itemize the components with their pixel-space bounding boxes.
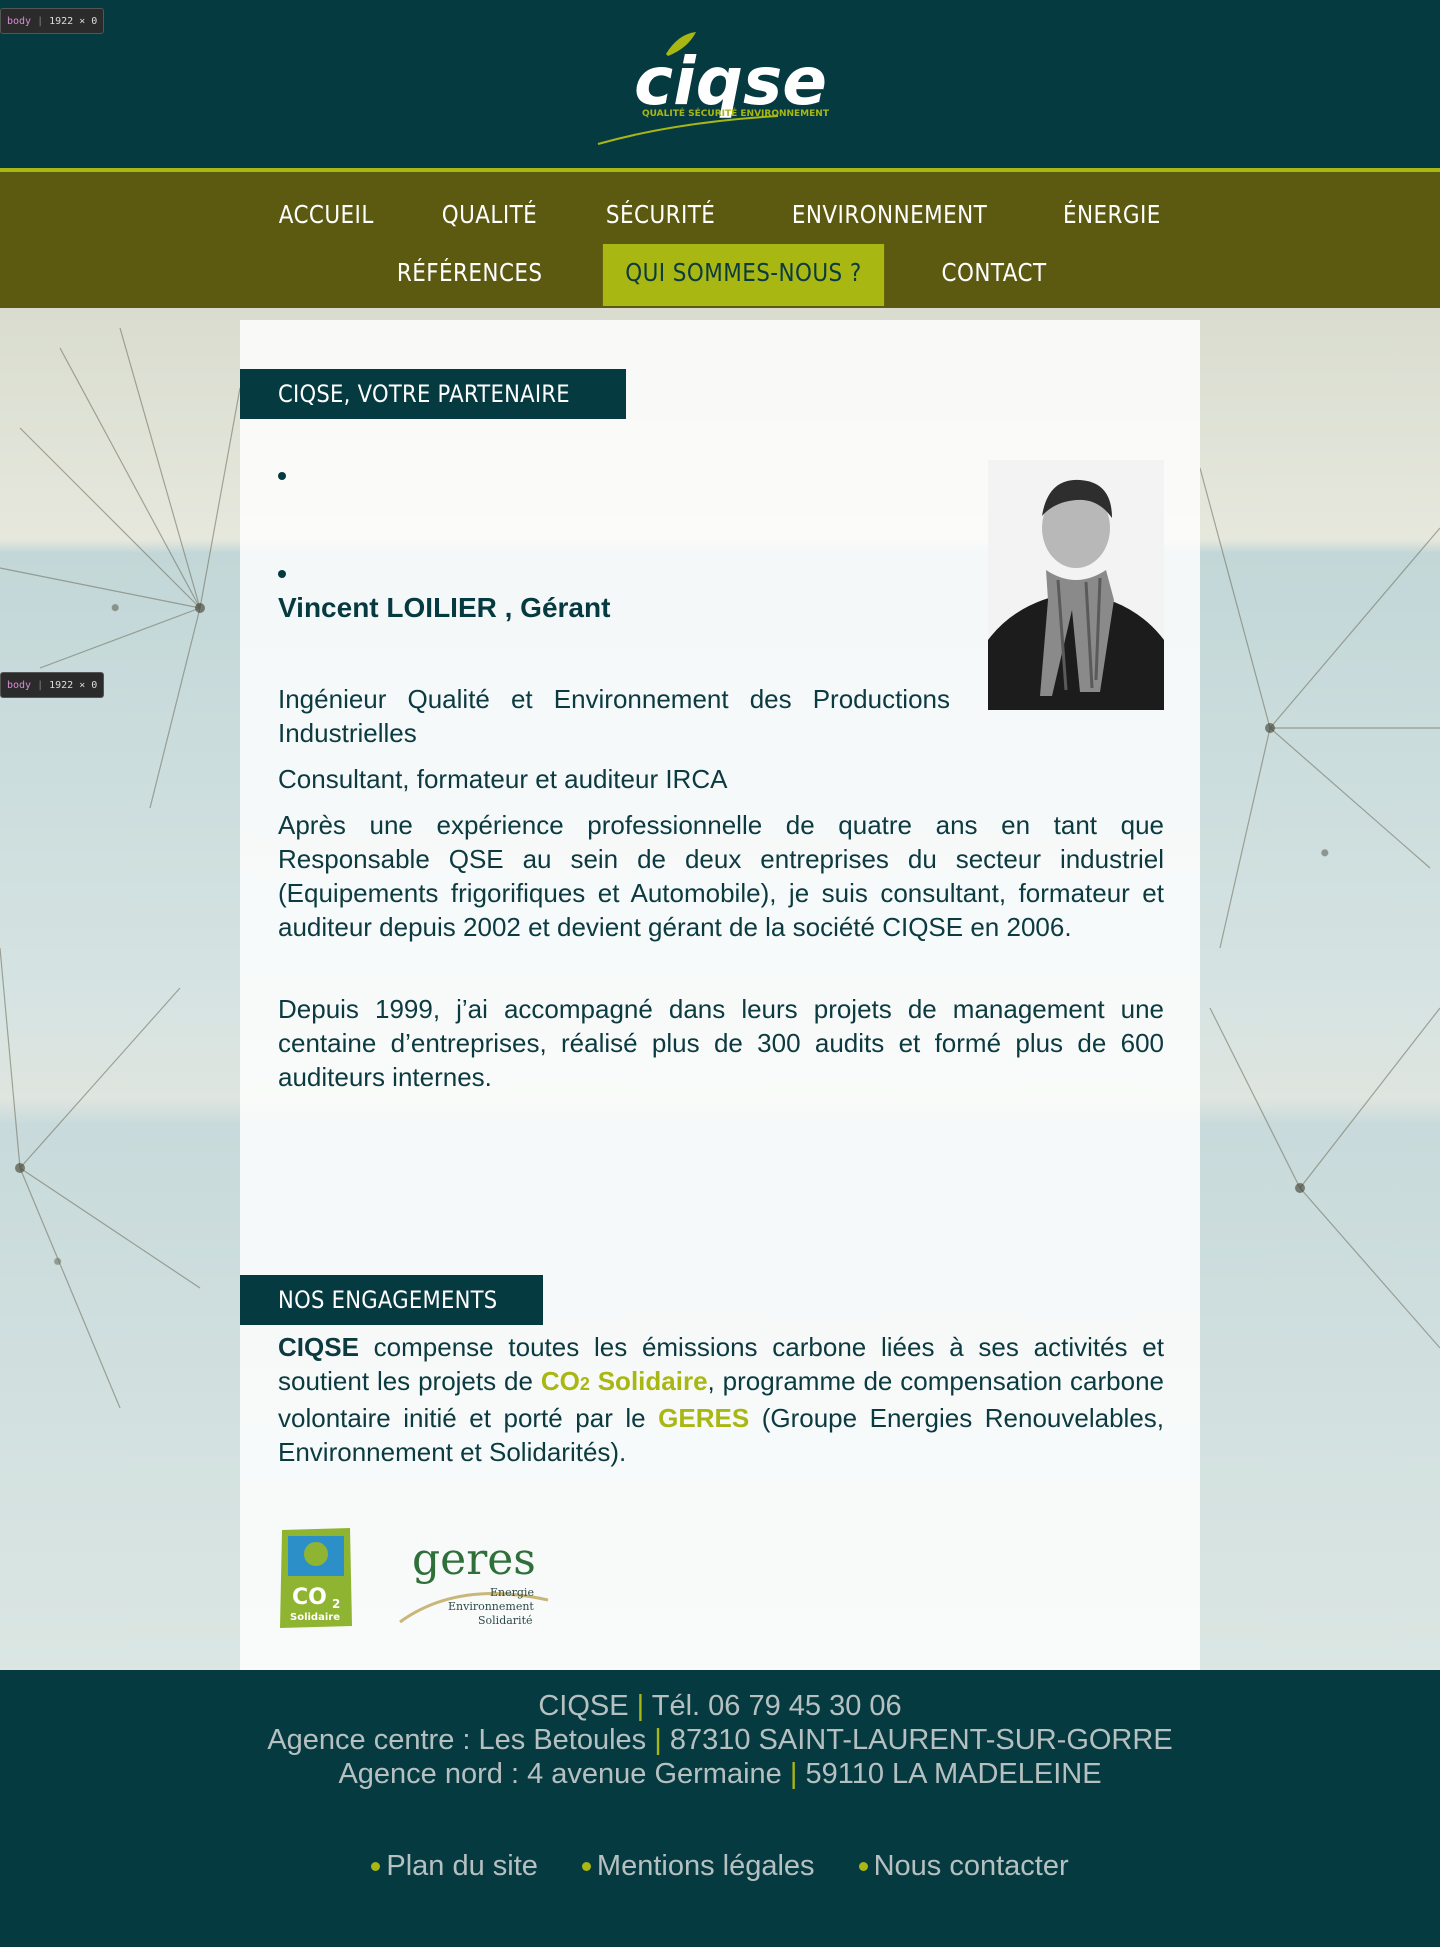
portrait-photo <box>988 460 1164 710</box>
geres-link[interactable]: GERES <box>658 1403 749 1433</box>
nav-item-qui-sommes-nous[interactable]: QUI SOMMES-NOUS ? <box>603 244 885 306</box>
devtools-tag: body | 1922 × 0 <box>0 8 105 34</box>
geres-logo[interactable]: geres Energie Environnement Solidarité <box>398 1530 558 1634</box>
content-panel: CIQSE, VOTRE PARTENAIRE Vincent LOILIER … <box>240 320 1200 1670</box>
footer-link-mentions-legales[interactable]: Mentions légales <box>581 1850 815 1883</box>
geres-wordmark: geres <box>412 1534 536 1585</box>
main-nav: ACCUEIL QUALITÉ SÉCURITÉ ENVIRONNEMENT É… <box>0 168 1440 308</box>
nav-item-accueil[interactable]: ACCUEIL <box>257 186 397 248</box>
nav-row-primary: ACCUEIL QUALITÉ SÉCURITÉ ENVIRONNEMENT É… <box>0 186 1440 248</box>
logo-tagline: QUALITÉ SÉCURITÉ ENVIRONNEMENT <box>642 107 830 119</box>
ciqse-logo[interactable]: ciqse QUALITÉ SÉCURITÉ ENVIRONNEMENT <box>596 26 846 146</box>
footer-agency-centre: Agence centre : Les Betoules | 87310 SAI… <box>267 1724 1173 1756</box>
nav-row-secondary: RÉFÉRENCES QUI SOMMES-NOUS ? CONTACT <box>0 244 1440 306</box>
paragraph-diplome: Ingénieur Qualité et Environnement des P… <box>278 684 950 748</box>
devtools-tag-secondary: body | 1922 × 0 <box>0 672 105 698</box>
co2-badge-sub: 2 <box>332 1597 340 1611</box>
nav-item-references[interactable]: RÉFÉRENCES <box>374 244 564 306</box>
list-bullet <box>278 570 286 578</box>
brand-ciqse: CIQSE <box>278 1332 359 1362</box>
co2-solidaire-badge[interactable]: CO 2 Solidaire <box>278 1526 354 1630</box>
paragraph-experience: Après une expérience professionnelle de … <box>278 810 1164 942</box>
paragraph-engagements: CIQSE compense toutes les émissions carb… <box>278 1332 1165 1467</box>
site-header: body | 1922 × 0 ciqse QUALITÉ SÉCURITÉ E… <box>0 0 1440 168</box>
nav-item-contact[interactable]: CONTACT <box>919 244 1069 306</box>
co2-badge-label: Solidaire <box>290 1612 340 1623</box>
footer-link-plan-du-site[interactable]: Plan du site <box>371 1850 538 1883</box>
geres-line-environnement: Environnement <box>448 1600 534 1613</box>
bullet-dot-icon <box>371 1862 381 1871</box>
footer-contact-line: CIQSE | Tél. 06 79 45 30 06 <box>538 1690 902 1722</box>
empty-list-bullet <box>278 472 286 480</box>
co2-badge-text: CO <box>292 1585 327 1610</box>
footer-agency-nord: Agence nord : 4 avenue Germaine | 59110 … <box>338 1758 1102 1790</box>
geres-line-solidarite: Solidarité <box>478 1614 533 1627</box>
co2-solidaire-link[interactable]: CO2 Solidaire <box>541 1366 708 1396</box>
geres-line-energie: Energie <box>490 1586 534 1599</box>
nav-item-energie[interactable]: ÉNERGIE <box>1041 186 1184 248</box>
nav-item-environnement[interactable]: ENVIRONNEMENT <box>769 186 1009 248</box>
nav-item-securite[interactable]: SÉCURITÉ <box>583 186 737 248</box>
site-footer: CIQSE | Tél. 06 79 45 30 06 Agence centr… <box>0 1670 1440 1947</box>
paragraph-certification: Consultant, formateur et auditeur IRCA <box>278 764 728 794</box>
footer-link-nous-contacter[interactable]: Nous contacter <box>858 1850 1069 1883</box>
paragraph-accompagnement: Depuis 1999, j’ai accompagné dans leurs … <box>278 994 1164 1092</box>
nav-item-qualite[interactable]: QUALITÉ <box>419 186 559 248</box>
footer-links: Plan du site Mentions légales Nous conta… <box>0 1850 1440 1883</box>
section-title-engagements: NOS ENGAGEMENTS <box>240 1275 544 1325</box>
footer-phone[interactable]: Tél. 06 79 45 30 06 <box>652 1690 902 1722</box>
person-name: Vincent LOILIER , Gérant <box>278 592 611 623</box>
bullet-dot-icon <box>858 1862 868 1871</box>
section-title-partenaire: CIQSE, VOTRE PARTENAIRE <box>240 369 626 419</box>
bullet-dot-icon <box>581 1862 591 1871</box>
